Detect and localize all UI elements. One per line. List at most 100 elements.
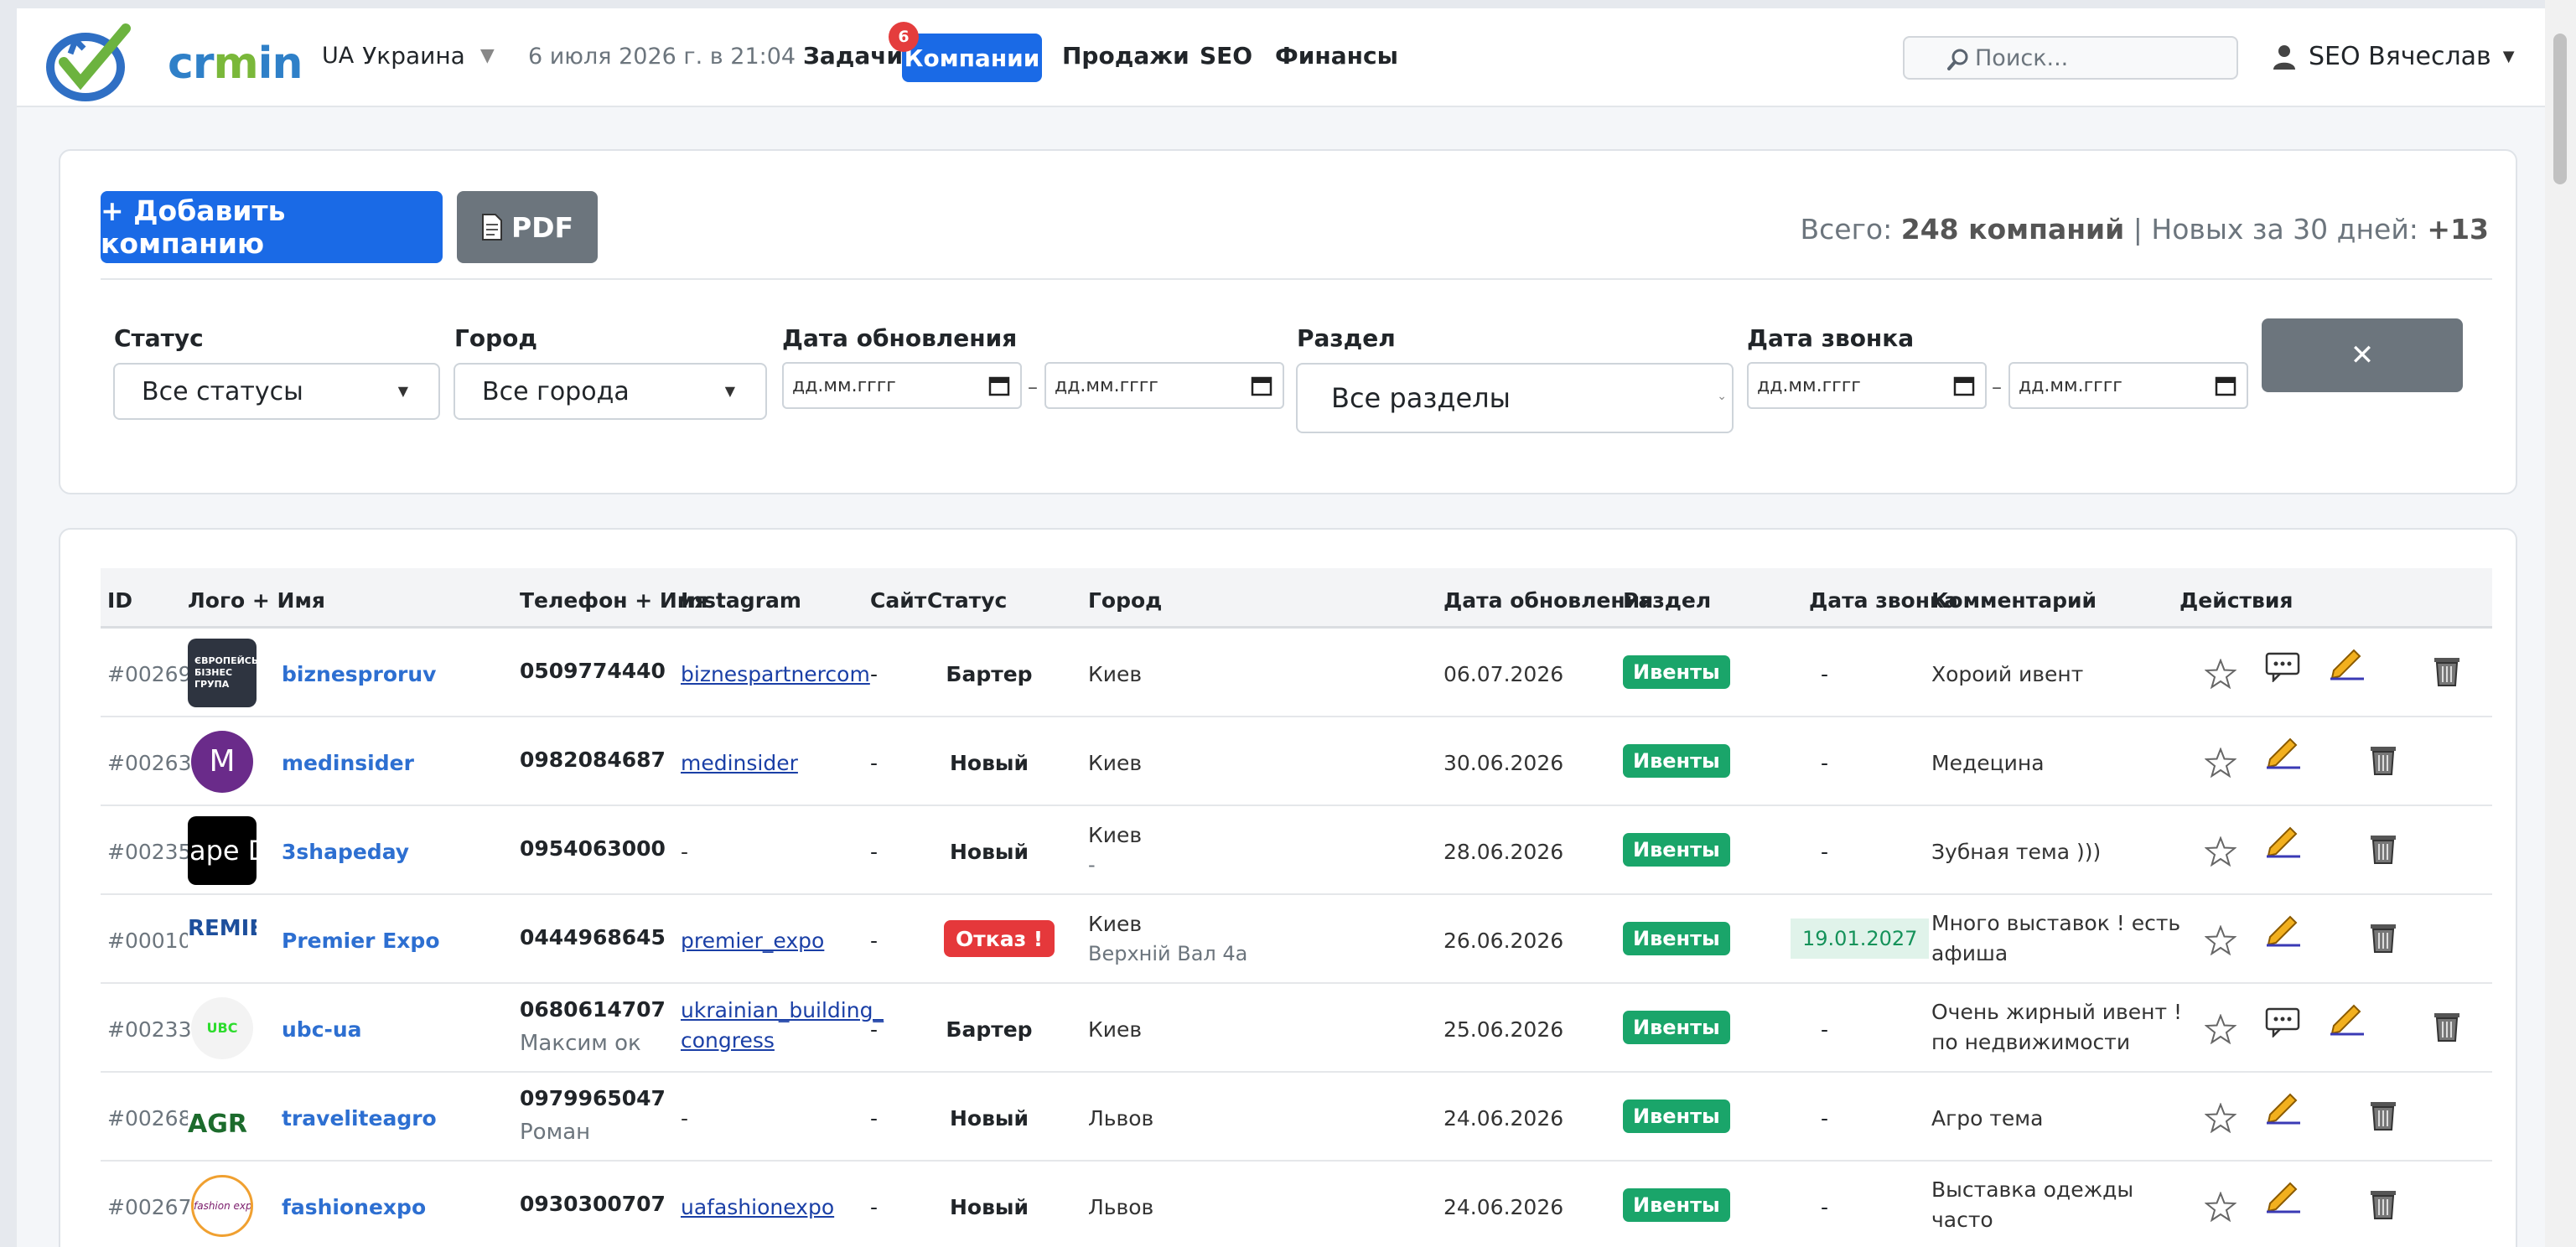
col-header-instagram[interactable]: Instagram bbox=[681, 588, 801, 613]
date-placeholder: дд.мм.гггг bbox=[1757, 375, 1861, 396]
add-company-button[interactable]: + Добавить компанию bbox=[101, 191, 443, 263]
nav-link-finance[interactable]: Финансы bbox=[1275, 42, 1398, 70]
edit-pencil-icon[interactable] bbox=[2329, 1002, 2366, 1036]
company-city: Львов bbox=[1088, 1106, 1154, 1131]
edit-pencil-icon[interactable] bbox=[2329, 647, 2366, 680]
col-header-phone[interactable]: Телефон + Имя bbox=[520, 588, 707, 613]
company-name-link[interactable]: fashionexpo bbox=[282, 1195, 426, 1219]
col-header-comment[interactable]: Комментарий bbox=[1931, 588, 2097, 613]
call-to-date-input[interactable]: дд.мм.гггг bbox=[2008, 362, 2248, 409]
company-name-link[interactable]: Premier Expo bbox=[282, 929, 440, 953]
calendar-icon[interactable] bbox=[1251, 374, 1272, 397]
company-logo: ape D bbox=[188, 816, 257, 885]
star-icon[interactable] bbox=[2205, 659, 2237, 689]
trash-icon[interactable] bbox=[2369, 1187, 2397, 1220]
totals-new-label: Новых за 30 дней: bbox=[2151, 213, 2418, 246]
country-selector[interactable]: UA Украина ▼ bbox=[322, 42, 495, 70]
edit-pencil-icon[interactable] bbox=[2265, 825, 2302, 858]
status-badge-refusal: Отказ ! bbox=[944, 920, 1055, 957]
col-header-updated[interactable]: Дата обновления bbox=[1443, 588, 1653, 613]
brand-logo[interactable]: crmin bbox=[45, 20, 303, 104]
nav-link-companies[interactable]: Компании bbox=[902, 34, 1042, 82]
col-header-logo-name[interactable]: Лого + Имя bbox=[188, 588, 325, 613]
table-header: ID Лого + Имя Телефон + Имя Instagram Са… bbox=[101, 568, 2492, 629]
trash-icon[interactable] bbox=[2369, 1098, 2397, 1131]
top-navbar: crmin UA Украина ▼ 6 июля 2026 г. в 21:0… bbox=[17, 8, 2559, 107]
trash-icon[interactable] bbox=[2433, 654, 2461, 687]
section-filter-label: Раздел bbox=[1297, 324, 1396, 352]
table-row[interactable]: #00010 REMIE Premier Expo 0444968645 pre… bbox=[101, 895, 2492, 984]
col-header-city[interactable]: Город bbox=[1088, 588, 1162, 613]
company-id: #00268 bbox=[107, 1106, 192, 1131]
trash-icon[interactable] bbox=[2369, 743, 2397, 776]
instagram-link[interactable]: premier_expo bbox=[681, 929, 824, 953]
instagram-link[interactable]: medinsider bbox=[681, 751, 798, 775]
date-range-separator: – bbox=[1028, 375, 1038, 399]
edit-pencil-icon[interactable] bbox=[2265, 1180, 2302, 1213]
trash-icon[interactable] bbox=[2433, 1009, 2461, 1043]
section-badge: Ивенты bbox=[1623, 1011, 1730, 1044]
page-scrollbar[interactable] bbox=[2545, 0, 2576, 1247]
star-icon[interactable] bbox=[2205, 748, 2237, 778]
updated-to-date-input[interactable]: дд.мм.гггг bbox=[1044, 362, 1284, 409]
table-row[interactable]: #00269 ЄВРОПЕЙСЬКА БІЗНЕС ГРУПА biznespr… bbox=[101, 629, 2492, 717]
table-row[interactable]: #00263 M medinsider 0982084687 medinside… bbox=[101, 717, 2492, 806]
nav-link-sales[interactable]: Продажи bbox=[1062, 42, 1190, 70]
clear-filters-button[interactable]: ✕ bbox=[2262, 318, 2463, 392]
nav-link-tasks[interactable]: Задачи bbox=[803, 42, 903, 70]
table-row[interactable]: #00235 ape D 3shapeday 0954063000 - - Но… bbox=[101, 806, 2492, 895]
calendar-icon[interactable] bbox=[2215, 374, 2237, 397]
company-name-link[interactable]: biznesproruv bbox=[282, 662, 436, 686]
search-input[interactable]: Поиск... bbox=[1903, 36, 2238, 80]
call-date: - bbox=[1821, 1017, 1829, 1042]
edit-pencil-icon[interactable] bbox=[2265, 1091, 2302, 1125]
col-header-site[interactable]: Сайт bbox=[870, 588, 926, 613]
logo-mark-icon bbox=[46, 23, 131, 101]
company-city: Киев bbox=[1088, 823, 1143, 847]
updated-date: 24.06.2026 bbox=[1443, 1195, 1564, 1219]
status-filter-select[interactable]: Все статусы ▼ bbox=[113, 363, 440, 420]
user-name: SEO Вячеслав bbox=[2309, 42, 2491, 71]
instagram-link[interactable]: ukrainian_building_ bbox=[681, 996, 884, 1026]
edit-pencil-icon[interactable] bbox=[2265, 736, 2302, 769]
table-row[interactable]: #00268 AGR traveliteagro 0979965047 Рома… bbox=[101, 1073, 2492, 1162]
export-pdf-button[interactable]: PDF bbox=[457, 191, 598, 263]
table-row[interactable]: #00233 UBC ubc-ua 0680614707 Максим ок u… bbox=[101, 984, 2492, 1073]
city-filter-select[interactable]: Все города ▼ bbox=[454, 363, 767, 420]
user-icon bbox=[2273, 44, 2295, 70]
col-header-id[interactable]: ID bbox=[107, 588, 132, 613]
updated-date: 25.06.2026 bbox=[1443, 1017, 1564, 1042]
comment-icon[interactable] bbox=[2265, 652, 2300, 682]
company-name-link[interactable]: 3shapeday bbox=[282, 840, 409, 864]
company-name-link[interactable]: ubc-ua bbox=[282, 1017, 362, 1042]
section-filter-select[interactable]: Все разделы ⌄ bbox=[1296, 363, 1734, 433]
scrollbar-thumb[interactable] bbox=[2553, 34, 2567, 184]
calendar-icon[interactable] bbox=[988, 374, 1010, 397]
calendar-icon[interactable] bbox=[1953, 374, 1975, 397]
company-address: Верхній Вал 4а bbox=[1088, 942, 1248, 965]
user-menu[interactable]: SEO Вячеслав ▼ bbox=[2272, 42, 2515, 71]
company-id: #00267 bbox=[107, 1195, 192, 1219]
nav-link-seo[interactable]: SEO bbox=[1200, 42, 1252, 70]
company-name-link[interactable]: traveliteagro bbox=[282, 1106, 437, 1131]
trash-icon[interactable] bbox=[2369, 831, 2397, 865]
star-icon[interactable] bbox=[2205, 1014, 2237, 1044]
star-icon[interactable] bbox=[2205, 836, 2237, 867]
comment-icon[interactable] bbox=[2265, 1007, 2300, 1037]
instagram-link[interactable]: uafashionexpo bbox=[681, 1195, 834, 1219]
updated-from-date-input[interactable]: дд.мм.гггг bbox=[782, 362, 1022, 409]
totals-separator: | bbox=[2133, 213, 2143, 246]
company-name-link[interactable]: medinsider bbox=[282, 751, 414, 775]
call-from-date-input[interactable]: дд.мм.гггг bbox=[1747, 362, 1987, 409]
col-header-section[interactable]: Раздел bbox=[1623, 588, 1711, 613]
star-icon[interactable] bbox=[2205, 1103, 2237, 1133]
edit-pencil-icon[interactable] bbox=[2265, 913, 2302, 947]
trash-icon[interactable] bbox=[2369, 920, 2397, 954]
col-header-status[interactable]: Статус bbox=[927, 588, 1007, 613]
instagram-link-line2[interactable]: congress bbox=[681, 1026, 775, 1056]
star-icon[interactable] bbox=[2205, 925, 2237, 955]
instagram-link[interactable]: biznespartnercom bbox=[681, 662, 870, 686]
star-icon[interactable] bbox=[2205, 1192, 2237, 1222]
table-row[interactable]: #00267 fashion expo fashionexpo 09303007… bbox=[101, 1162, 2492, 1247]
company-site: - bbox=[870, 1106, 879, 1131]
